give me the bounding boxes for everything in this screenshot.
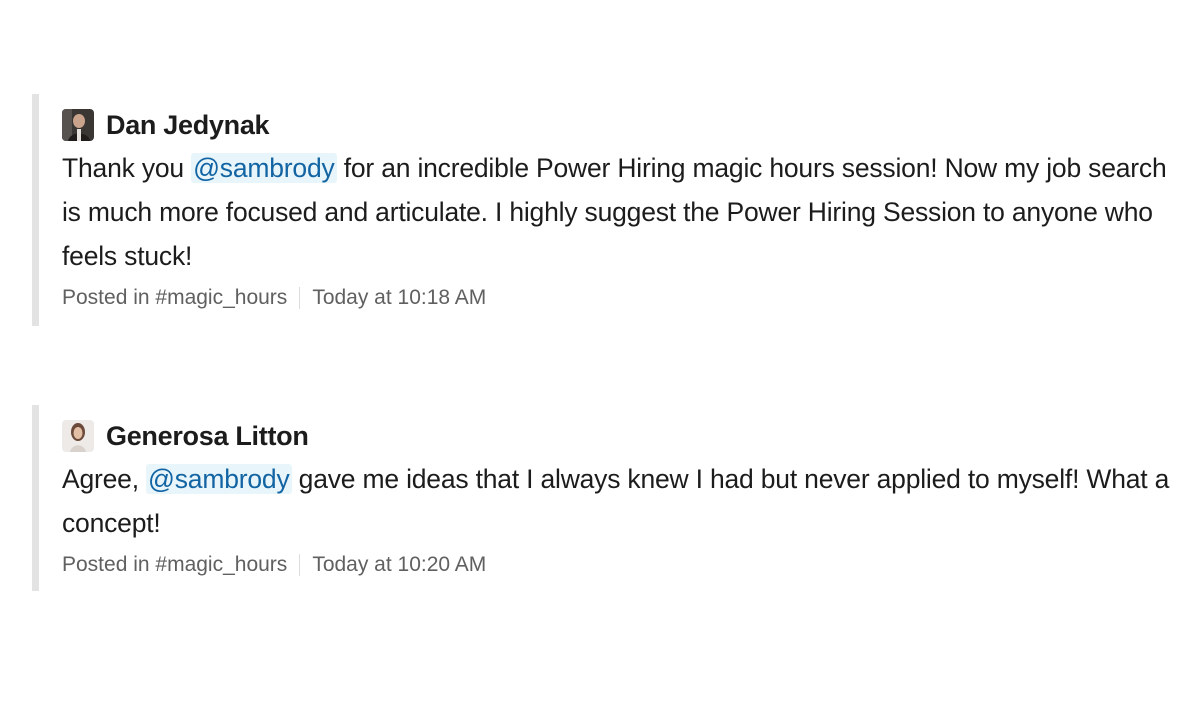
message-text: Thank you @sambrody for an incredible Po… — [62, 146, 1172, 278]
message-text-before: Thank you — [62, 153, 192, 183]
posted-in-channel-link[interactable]: Posted in #magic_hours — [62, 553, 287, 577]
meta-divider — [299, 554, 301, 576]
message-text-before: Agree, — [62, 464, 147, 494]
message-text: Agree, @sambrody gave me ideas that I al… — [62, 457, 1172, 545]
message-meta: Posted in #magic_hours Today at 10:20 AM — [62, 553, 1172, 577]
message-timestamp[interactable]: Today at 10:20 AM — [312, 553, 486, 577]
user-avatar-icon[interactable] — [62, 420, 94, 452]
shared-message-1[interactable]: Dan Jedynak Thank you @sambrody for an i… — [32, 94, 1172, 326]
posted-in-channel-link[interactable]: Posted in #magic_hours — [62, 286, 287, 310]
message-author-row: Dan Jedynak — [62, 108, 1172, 142]
shared-message-2[interactable]: Generosa Litton Agree, @sambrody gave me… — [32, 405, 1172, 591]
author-name[interactable]: Generosa Litton — [106, 421, 309, 452]
message-timestamp[interactable]: Today at 10:18 AM — [312, 286, 486, 310]
user-mention-link[interactable]: @sambrody — [146, 464, 292, 494]
user-avatar-icon[interactable] — [62, 109, 94, 141]
message-author-row: Generosa Litton — [62, 419, 1172, 453]
user-mention-link[interactable]: @sambrody — [191, 153, 337, 183]
author-name[interactable]: Dan Jedynak — [106, 110, 270, 141]
message-meta: Posted in #magic_hours Today at 10:18 AM — [62, 286, 1172, 310]
meta-divider — [299, 287, 301, 309]
